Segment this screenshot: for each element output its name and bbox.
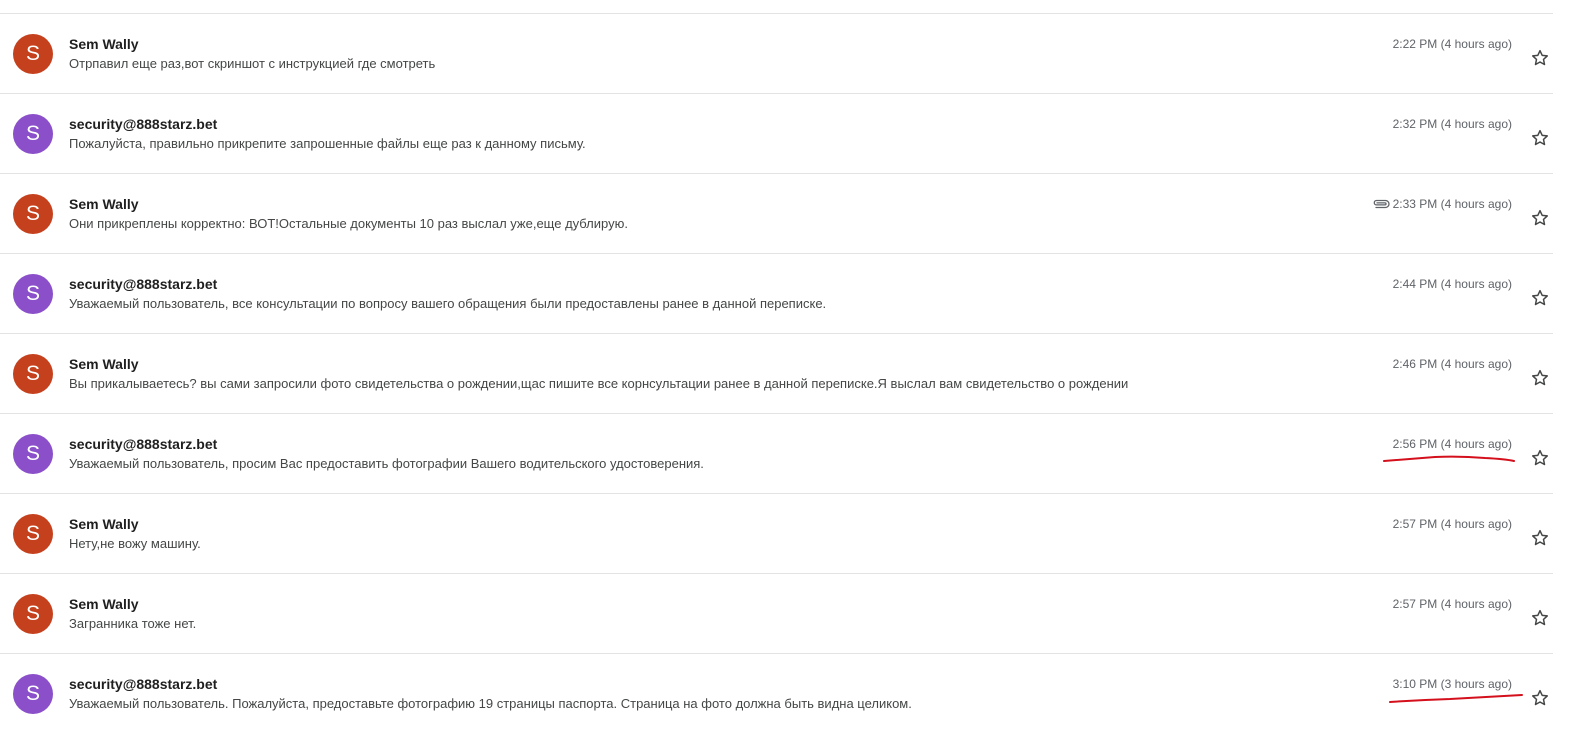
- message-timestamp: 3:10 PM (3 hours ago): [1392, 677, 1512, 691]
- message-snippet: Уважаемый пользователь, просим Вас предо…: [69, 456, 704, 471]
- star-icon[interactable]: [1530, 688, 1550, 708]
- message-row[interactable]: Ssecurity@888starz.bet Пожалуйста, правил…: [0, 94, 1553, 174]
- star-icon[interactable]: [1530, 608, 1550, 628]
- avatar: S: [13, 274, 53, 314]
- message-snippet: Отрпавил еще раз,вот скриншот с инструкц…: [69, 56, 436, 71]
- sender-name[interactable]: Sem Wally: [69, 596, 139, 612]
- message-row[interactable]: S Sem Wally Они прикреплены корректно: ВОТ…: [0, 174, 1553, 254]
- message-snippet: Они прикреплены корректно: ВОТ!Остальные…: [69, 216, 628, 231]
- sender-name[interactable]: security@888starz.bet: [69, 676, 217, 692]
- message-snippet: Пожалуйста, правильно прикрепите запроше…: [69, 136, 586, 151]
- message-row[interactable]: S Sem Wally Отрпавил еще раз,вот скриншот …: [0, 14, 1553, 94]
- message-snippet: Вы прикалываетесь? вы сами запросили фот…: [69, 376, 1129, 391]
- star-icon[interactable]: [1530, 448, 1550, 468]
- message-row[interactable]: Ssecurity@888starz.bet Уважаемый пользова…: [0, 654, 1553, 733]
- attachment-icon: [1372, 196, 1390, 209]
- message-row[interactable]: S Sem Wally Загранника тоже нет. 2:57 PM (4…: [0, 574, 1553, 654]
- star-icon[interactable]: [1530, 208, 1550, 228]
- star-icon[interactable]: [1530, 128, 1550, 148]
- avatar: S: [13, 354, 53, 394]
- star-icon[interactable]: [1530, 528, 1550, 548]
- message-snippet: Уважаемый пользователь. Пожалуйста, пред…: [69, 696, 912, 711]
- message-timestamp: 2:46 PM (4 hours ago): [1392, 357, 1512, 371]
- sender-name[interactable]: Sem Wally: [69, 356, 139, 372]
- email-thread: S Sem Wally Отрпавил еще раз,вот скриншот …: [0, 0, 1591, 743]
- message-snippet: Уважаемый пользователь, все консультации…: [69, 296, 827, 311]
- star-icon[interactable]: [1530, 48, 1550, 68]
- sender-name[interactable]: Sem Wally: [69, 516, 139, 532]
- avatar: S: [13, 514, 53, 554]
- sender-name[interactable]: security@888starz.bet: [69, 116, 217, 132]
- sender-name[interactable]: Sem Wally: [69, 196, 139, 212]
- star-icon[interactable]: [1530, 288, 1550, 308]
- message-row[interactable]: S Sem Wally Вы прикалываетесь? вы сами зап…: [0, 334, 1553, 414]
- message-row[interactable]: S Sem Wally Нету,не вожу машину. 2:57 PM (4…: [0, 494, 1553, 574]
- message-timestamp: 2:33 PM (4 hours ago): [1392, 197, 1512, 211]
- star-icon[interactable]: [1530, 368, 1550, 388]
- message-row[interactable]: Ssecurity@888starz.bet Уважаемый пользова…: [0, 414, 1553, 494]
- avatar: S: [13, 434, 53, 474]
- avatar: S: [13, 194, 53, 234]
- avatar: S: [13, 114, 53, 154]
- message-timestamp: 2:32 PM (4 hours ago): [1392, 117, 1512, 131]
- message-timestamp: 2:57 PM (4 hours ago): [1392, 597, 1512, 611]
- message-snippet: Нету,не вожу машину.: [69, 536, 201, 551]
- sender-name[interactable]: security@888starz.bet: [69, 436, 217, 452]
- avatar: S: [13, 34, 53, 74]
- message-timestamp: 2:56 PM (4 hours ago): [1392, 437, 1512, 451]
- avatar: S: [13, 674, 53, 714]
- sender-name[interactable]: security@888starz.bet: [69, 276, 217, 292]
- sender-name[interactable]: Sem Wally: [69, 36, 139, 52]
- red-underline-annotation: [1383, 455, 1515, 462]
- message-timestamp: 2:57 PM (4 hours ago): [1392, 517, 1512, 531]
- message-snippet: Загранника тоже нет.: [69, 616, 197, 631]
- message-row[interactable]: Ssecurity@888starz.bet Уважаемый пользова…: [0, 254, 1553, 334]
- message-timestamp: 2:22 PM (4 hours ago): [1392, 37, 1512, 51]
- red-underline-annotation: [1389, 694, 1523, 703]
- avatar: S: [13, 594, 53, 634]
- message-timestamp: 2:44 PM (4 hours ago): [1392, 277, 1512, 291]
